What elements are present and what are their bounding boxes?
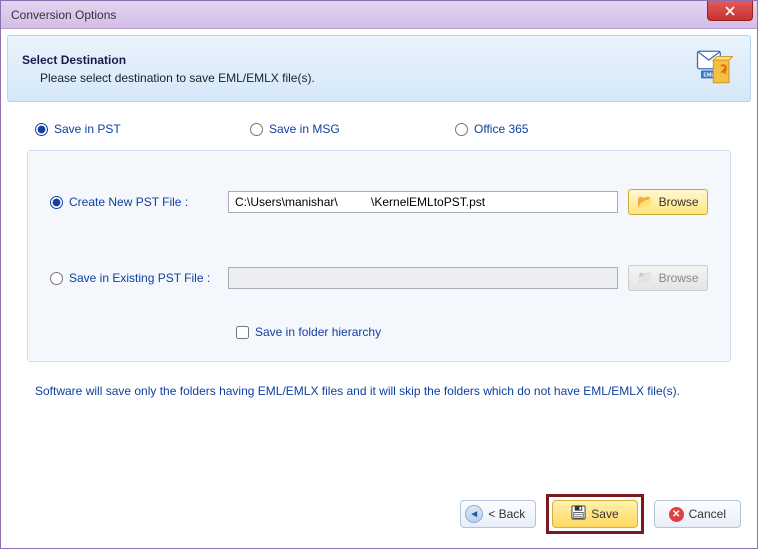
header-title: Select Destination xyxy=(22,53,315,67)
arrow-left-icon: ◄ xyxy=(465,505,483,523)
cancel-x-icon: ✕ xyxy=(669,507,684,522)
existing-path-input xyxy=(228,267,618,289)
save-highlight-frame: Save xyxy=(546,494,643,534)
radio-label: Save in PST xyxy=(54,122,121,136)
save-button[interactable]: Save xyxy=(552,500,637,528)
radio-save-in-msg-input[interactable] xyxy=(250,123,263,136)
folder-open-icon: 📂 xyxy=(637,194,653,210)
radio-save-existing-pst[interactable]: Save in Existing PST File : xyxy=(50,271,218,285)
radio-office-365-input[interactable] xyxy=(455,123,468,136)
info-note: Software will save only the folders havi… xyxy=(7,362,751,420)
header-panel: Select Destination Please select destina… xyxy=(7,35,751,102)
radio-create-new-pst-input[interactable] xyxy=(50,196,63,209)
header-subtitle: Please select destination to save EML/EM… xyxy=(22,71,315,85)
destination-radio-group: Save in PST Save in MSG Office 365 xyxy=(7,102,751,150)
radio-save-in-pst-input[interactable] xyxy=(35,123,48,136)
radio-create-new-pst[interactable]: Create New PST File : xyxy=(50,195,218,209)
radio-save-in-msg[interactable]: Save in MSG xyxy=(250,122,455,136)
button-label: < Back xyxy=(488,507,525,521)
back-button[interactable]: ◄ < Back xyxy=(460,500,536,528)
titlebar: Conversion Options xyxy=(1,1,757,29)
radio-label: Save in Existing PST File : xyxy=(69,271,210,285)
radio-label: Create New PST File : xyxy=(69,195,188,209)
browse-create-button[interactable]: 📂 Browse xyxy=(628,189,708,215)
radio-label: Office 365 xyxy=(474,122,528,136)
close-button[interactable] xyxy=(707,1,753,21)
create-new-path-input[interactable] xyxy=(228,191,618,213)
button-label: Browse xyxy=(659,271,699,285)
button-label: Cancel xyxy=(689,507,726,521)
radio-save-existing-pst-input[interactable] xyxy=(50,272,63,285)
checkbox-label: Save in folder hierarchy xyxy=(255,325,381,339)
floppy-disk-icon xyxy=(571,505,586,523)
window-title: Conversion Options xyxy=(11,8,116,22)
folder-icon: 📁 xyxy=(637,270,653,286)
button-label: Browse xyxy=(659,195,699,209)
checkbox-folder-hierarchy[interactable]: Save in folder hierarchy xyxy=(50,325,708,339)
eml-to-pst-icon: EML xyxy=(694,46,736,91)
footer-buttons: ◄ < Back Save ✕ Cancel xyxy=(7,488,751,542)
radio-label: Save in MSG xyxy=(269,122,340,136)
pst-options-panel: Create New PST File : 📂 Browse Save in E… xyxy=(27,150,731,362)
cancel-button[interactable]: ✕ Cancel xyxy=(654,500,741,528)
button-label: Save xyxy=(591,507,618,521)
checkbox-folder-hierarchy-input[interactable] xyxy=(236,326,249,339)
radio-office-365[interactable]: Office 365 xyxy=(455,122,528,136)
close-icon xyxy=(725,6,735,16)
browse-existing-button: 📁 Browse xyxy=(628,265,708,291)
radio-save-in-pst[interactable]: Save in PST xyxy=(35,122,250,136)
